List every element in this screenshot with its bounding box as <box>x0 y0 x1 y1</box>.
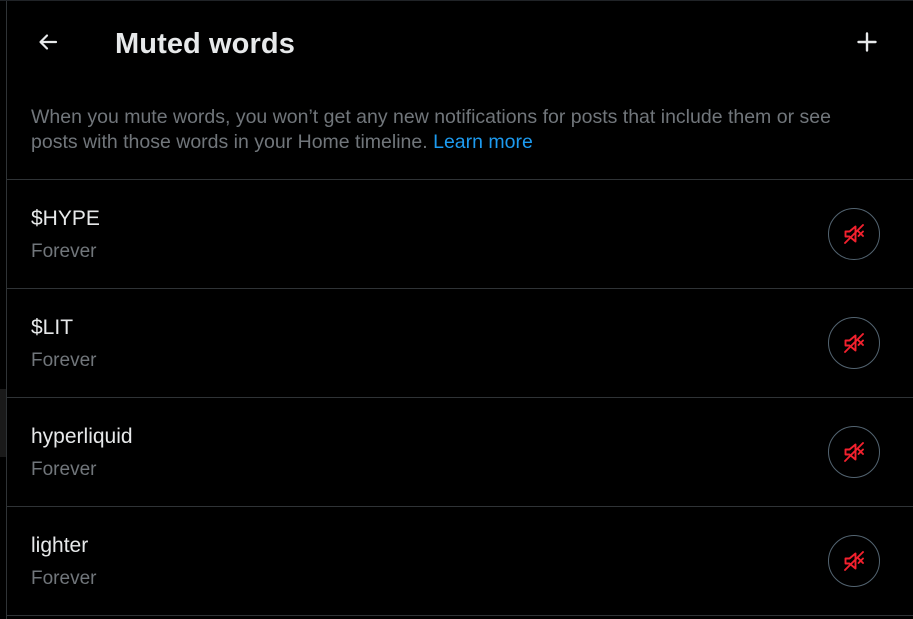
muted-word-row[interactable]: hyperliquid Forever <box>7 397 913 506</box>
muted-word-row[interactable]: $LIT Forever <box>7 288 913 397</box>
muted-word: lighter <box>31 534 89 557</box>
unmute-button[interactable] <box>828 317 880 369</box>
mute-duration: Forever <box>31 459 97 480</box>
left-edge-strip <box>0 389 6 457</box>
muted-word: $LIT <box>31 316 74 339</box>
muted-word: hyperliquid <box>31 425 133 448</box>
unmute-button[interactable] <box>828 535 880 587</box>
add-muted-word-button[interactable] <box>850 25 884 59</box>
arrow-left-icon <box>39 34 58 50</box>
mute-duration: Forever <box>31 241 97 262</box>
plus-icon <box>857 32 877 52</box>
mute-duration: Forever <box>31 350 97 371</box>
muted-word-row[interactable]: lighter Forever <box>7 506 913 616</box>
unmute-button[interactable] <box>828 208 880 260</box>
muted-words-list: $HYPE Forever $LIT Forever hyperliquid Foreve… <box>7 179 913 616</box>
description: When you mute words, you won’t get any n… <box>31 105 881 155</box>
header: Muted words <box>7 1 913 87</box>
learn-more-link[interactable]: Learn more <box>433 131 533 153</box>
back-button[interactable] <box>31 25 65 59</box>
speaker-muted-icon <box>844 333 864 353</box>
description-text: When you mute words, you won’t get any n… <box>31 106 831 153</box>
speaker-muted-icon <box>844 442 864 462</box>
speaker-muted-icon <box>844 224 864 244</box>
mute-duration: Forever <box>31 568 97 589</box>
muted-word: $HYPE <box>31 207 100 230</box>
page-title: Muted words <box>115 28 295 60</box>
speaker-muted-icon <box>844 551 864 571</box>
unmute-button[interactable] <box>828 426 880 478</box>
muted-word-row[interactable]: $HYPE Forever <box>7 179 913 288</box>
muted-words-panel: Muted words When you mute words, you won… <box>0 0 913 619</box>
